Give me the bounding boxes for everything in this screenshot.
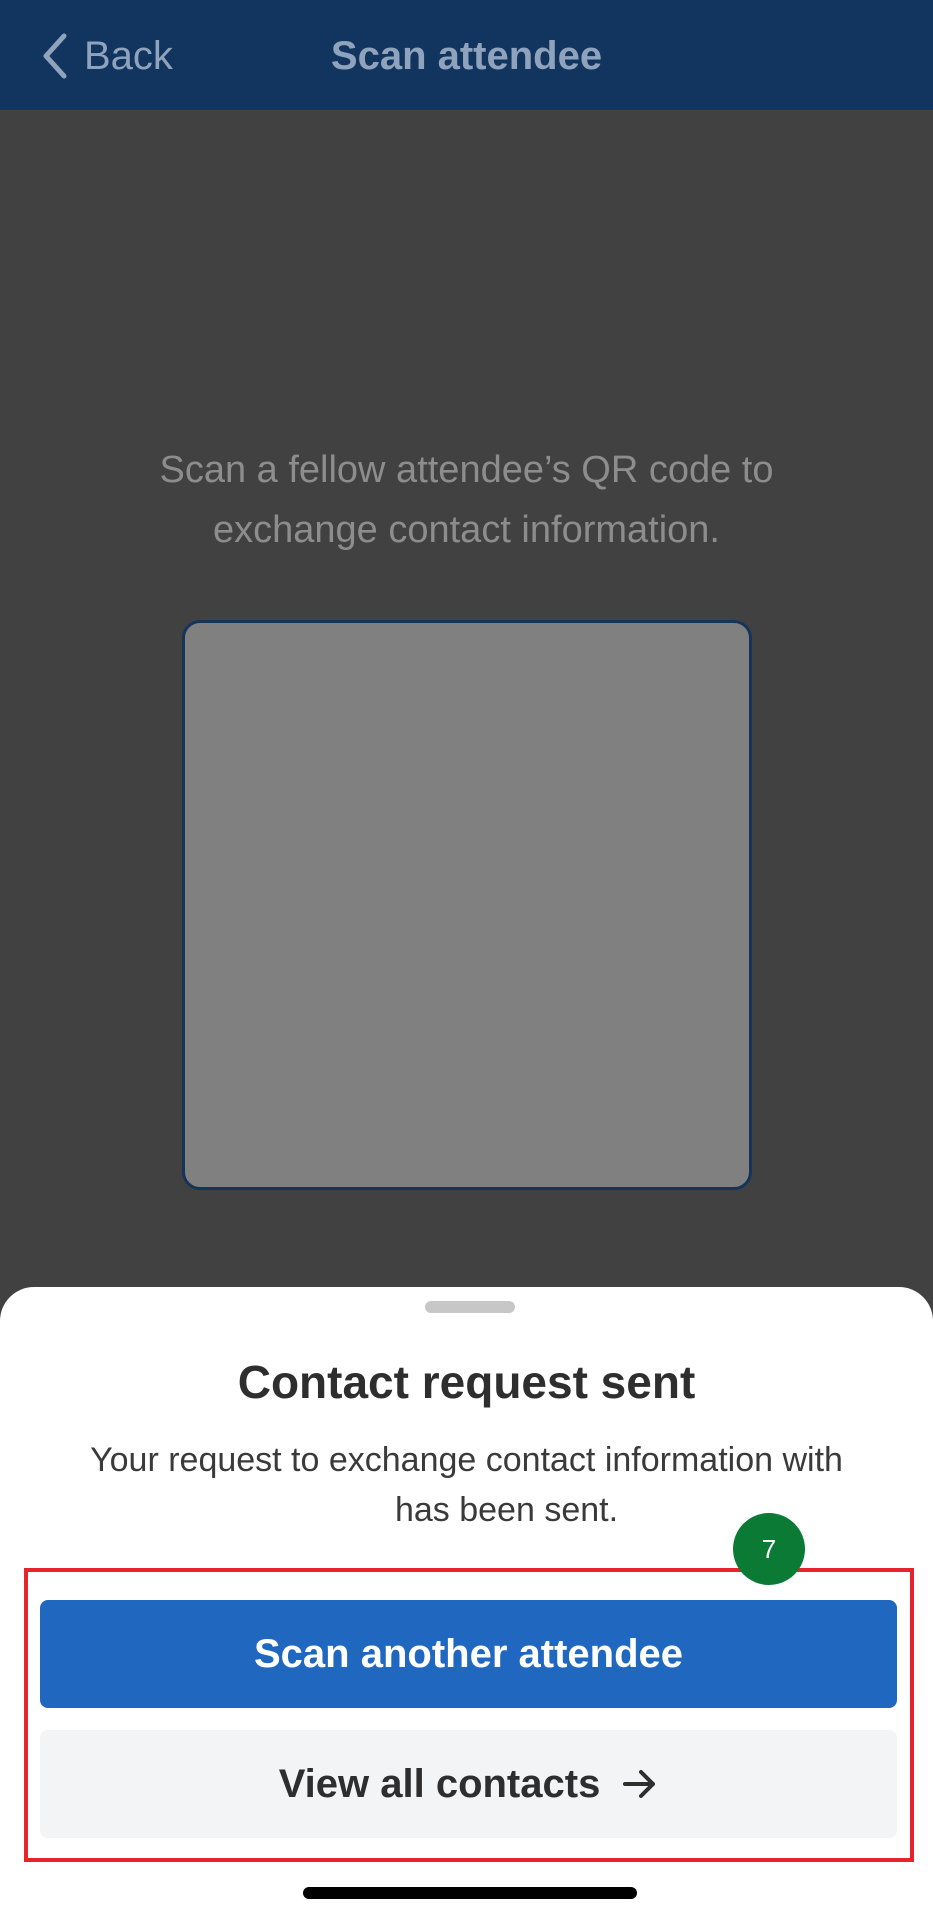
back-button[interactable]: Back — [40, 26, 173, 86]
back-label: Back — [84, 33, 173, 78]
sheet-title: Contact request sent — [237, 1356, 696, 1408]
scan-instructions: Scan a fellow attendee’s QR code to exch… — [159, 449, 774, 551]
annotation-step-badge: 7 — [733, 1513, 805, 1585]
annotation-highlight-box — [24, 1568, 914, 1862]
home-indicator — [303, 1887, 637, 1899]
qr-viewfinder — [182, 620, 752, 1190]
sheet-grabber[interactable] — [425, 1301, 515, 1313]
top-navigation-bar: Back Scan attendee — [0, 0, 933, 110]
sheet-message-line1: Your request to exchange contact informa… — [90, 1441, 843, 1479]
chevron-left-icon — [40, 32, 68, 80]
